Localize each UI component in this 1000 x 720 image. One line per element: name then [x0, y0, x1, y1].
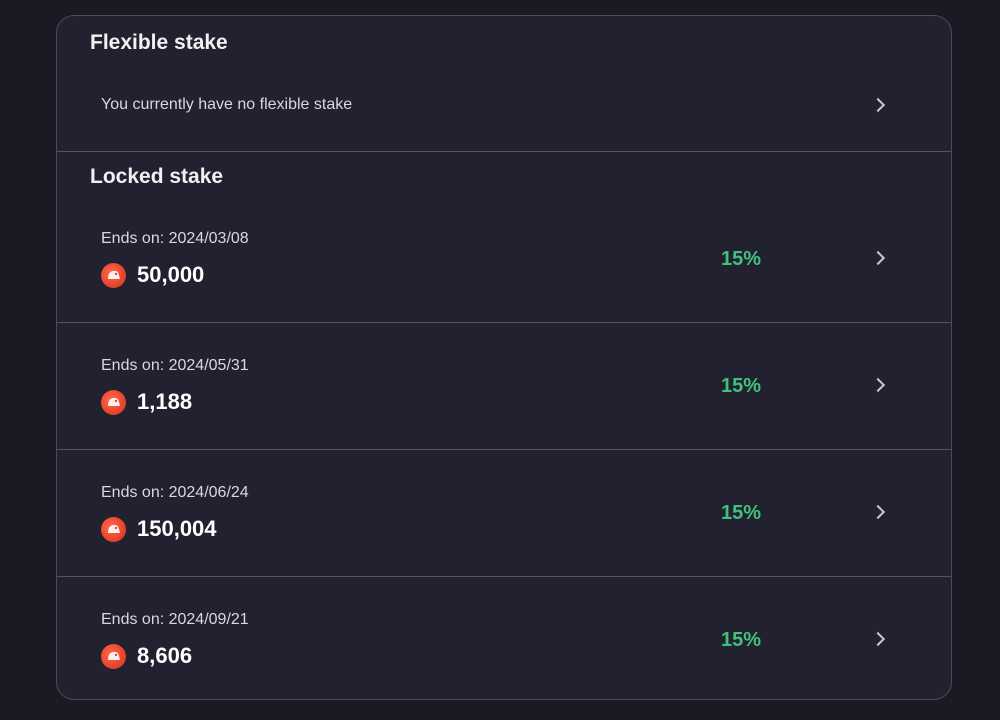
divider [57, 151, 951, 152]
flexible-stake-title: Flexible stake [90, 31, 228, 54]
token-coin-icon [101, 390, 126, 415]
end-date: Ends on: 2024/05/31 [101, 357, 249, 374]
locked-stake-row[interactable]: Ends on: 2024/05/31 1,188 15% [57, 323, 951, 449]
stake-amount: 50,000 [137, 262, 205, 287]
end-date: Ends on: 2024/03/08 [101, 230, 249, 247]
token-coin-icon [101, 517, 126, 542]
end-date: Ends on: 2024/09/21 [101, 611, 249, 628]
stake-amount: 150,004 [137, 516, 217, 541]
chevron-right-icon [870, 504, 886, 520]
chevron-right-icon [870, 97, 886, 113]
stake-amount: 8,606 [137, 643, 193, 668]
apr-value: 15% [721, 375, 762, 397]
staking-card: Flexible stake You currently have no fle… [56, 15, 952, 700]
chevron-right-icon [870, 631, 886, 647]
apr-value: 15% [721, 502, 762, 524]
locked-stake-row[interactable]: Ends on: 2024/09/21 8,606 15% [57, 577, 951, 699]
apr-value: 15% [721, 248, 762, 270]
flexible-stake-row[interactable]: You currently have no flexible stake [57, 80, 951, 130]
apr-value: 15% [721, 629, 762, 651]
token-coin-icon [101, 263, 126, 288]
chevron-right-icon [870, 250, 886, 266]
flexible-stake-empty-text: You currently have no flexible stake [101, 96, 353, 113]
locked-stake-row[interactable]: Ends on: 2024/03/08 50,000 15% [57, 196, 951, 322]
locked-stake-title: Locked stake [90, 165, 224, 188]
stake-amount: 1,188 [137, 389, 193, 414]
token-coin-icon [101, 644, 126, 669]
locked-stake-row[interactable]: Ends on: 2024/06/24 150,004 15% [57, 450, 951, 576]
end-date: Ends on: 2024/06/24 [101, 484, 249, 501]
chevron-right-icon [870, 377, 886, 393]
